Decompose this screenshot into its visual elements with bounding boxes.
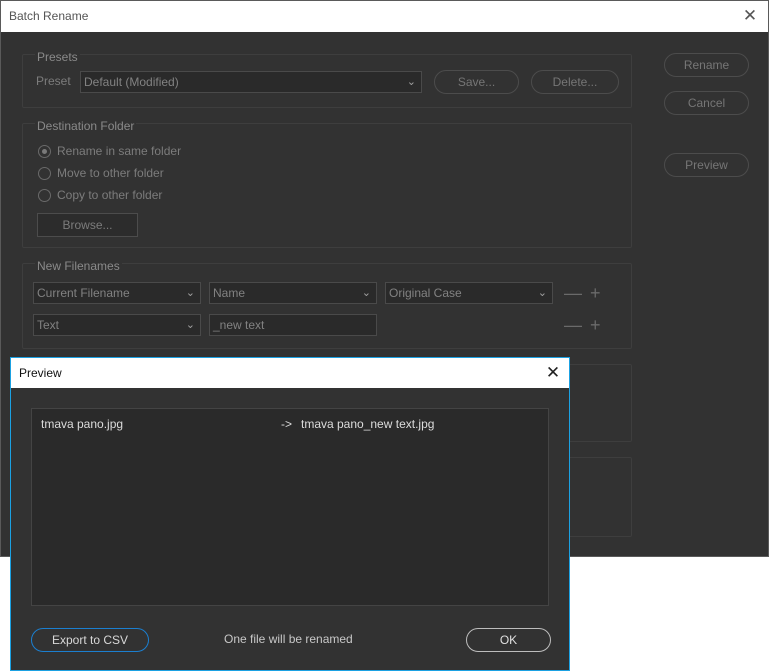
radio-move-other-folder[interactable] [38, 167, 51, 180]
dropdown-value: Text [37, 318, 60, 332]
preview-dialog: Preview ✕ tmava pano.jpg -> tmava pano_n… [10, 357, 570, 671]
rename-arrow: -> [281, 417, 293, 431]
plus-icon[interactable]: + [590, 316, 601, 334]
radio-rename-same-folder[interactable] [38, 145, 51, 158]
copy-other-folder-label: Copy to other folder [57, 188, 163, 202]
new-filenames-group: New Filenames Current Filename ⌄ Name ⌄ … [22, 259, 632, 349]
chevron-down-icon: ⌄ [185, 287, 195, 299]
dropdown-value: Original Case [389, 286, 462, 300]
new-filename: tmava pano_new text.jpg [301, 417, 435, 431]
dropdown-value: Name [213, 286, 246, 300]
text-input-value: _new text [213, 318, 265, 332]
minus-icon[interactable]: — [564, 316, 582, 334]
radio-copy-other-folder[interactable] [38, 189, 51, 202]
close-icon[interactable]: ✕ [541, 361, 565, 385]
chevron-down-icon: ⌄ [185, 319, 195, 331]
original-filename: tmava pano.jpg [41, 417, 124, 431]
filename-name-dropdown[interactable]: Name ⌄ [209, 282, 377, 304]
preview-title-bar: Preview ✕ [11, 358, 569, 388]
window-title: Batch Rename [9, 9, 89, 23]
preset-dropdown-value: Default (Modified) [84, 75, 179, 89]
filename-case-dropdown[interactable]: Original Case ⌄ [385, 282, 553, 304]
preview-dialog-title: Preview [19, 366, 62, 380]
destination-folder-group: Destination Folder Rename in same folder… [22, 119, 632, 248]
browse-button[interactable]: Browse... [37, 213, 138, 237]
dropdown-value: Current Filename [37, 286, 130, 300]
destination-group-title: Destination Folder [35, 119, 137, 133]
ok-button[interactable]: OK [466, 628, 551, 652]
list-item: tmava pano.jpg -> tmava pano_new text.jp… [32, 409, 548, 437]
export-to-csv-button[interactable]: Export to CSV [31, 628, 149, 652]
title-bar: Batch Rename ✕ [1, 1, 768, 32]
save-preset-button[interactable]: Save... [434, 70, 519, 94]
chevron-down-icon: ⌄ [361, 287, 371, 299]
rename-button[interactable]: Rename [664, 53, 749, 77]
presets-group: Presets Preset Default (Modified) ⌄ Save… [22, 50, 632, 108]
new-filenames-group-title: New Filenames [35, 259, 122, 273]
filename-type-dropdown-2[interactable]: Text ⌄ [33, 314, 201, 336]
cancel-button[interactable]: Cancel [664, 91, 749, 115]
preset-label: Preset [36, 74, 71, 88]
preset-dropdown[interactable]: Default (Modified) ⌄ [80, 71, 422, 93]
chevron-down-icon: ⌄ [537, 287, 547, 299]
preview-button[interactable]: Preview [664, 153, 749, 177]
rename-preview-list[interactable]: tmava pano.jpg -> tmava pano_new text.jp… [31, 408, 549, 606]
minus-icon[interactable]: — [564, 284, 582, 302]
close-icon[interactable]: ✕ [738, 4, 762, 28]
move-other-folder-label: Move to other folder [57, 166, 164, 180]
chevron-down-icon: ⌄ [406, 76, 416, 88]
delete-preset-button[interactable]: Delete... [531, 70, 619, 94]
plus-icon[interactable]: + [590, 284, 601, 302]
filename-type-dropdown-1[interactable]: Current Filename ⌄ [33, 282, 201, 304]
filename-text-input[interactable]: _new text [209, 314, 377, 336]
presets-group-title: Presets [35, 50, 80, 64]
rename-same-folder-label: Rename in same folder [57, 144, 182, 158]
status-text: One file will be renamed [224, 632, 353, 646]
